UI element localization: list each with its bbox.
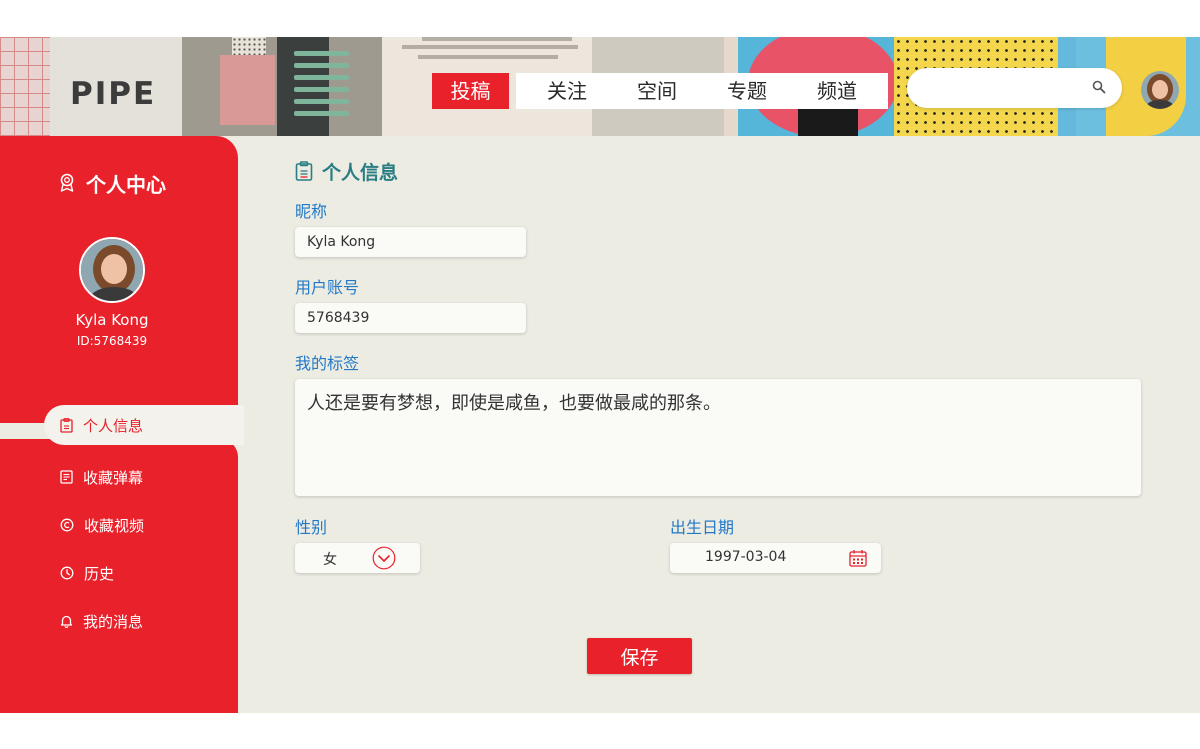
account-input[interactable] <box>295 303 526 333</box>
sidebar-item-label: 我的消息 <box>83 612 144 631</box>
sidebar-item-messages[interactable]: 我的消息 <box>0 597 244 645</box>
dob-value: 1997-03-04 <box>705 549 787 565</box>
search-icon[interactable] <box>1092 80 1106 94</box>
clipboard-icon <box>60 417 73 433</box>
award-icon <box>60 173 74 192</box>
sidebar-item-label: 收藏弹幕 <box>83 468 144 487</box>
page-title: 个人信息 <box>295 158 398 184</box>
sidebar-item-label: 历史 <box>84 564 115 583</box>
tags-field: 人还是要有梦想，即使是咸鱼，也要做最咸的那条。 <box>295 379 1141 496</box>
gender-label: 性别 <box>295 518 328 537</box>
nickname-input[interactable] <box>295 227 526 257</box>
nav-tab-follow[interactable]: 关注 <box>522 73 612 109</box>
calendar-icon[interactable] <box>849 549 867 567</box>
nav-tab-space[interactable]: 空间 <box>612 73 702 109</box>
sidebar-item-profile[interactable]: 个人信息 <box>44 405 244 445</box>
user-avatar[interactable] <box>79 237 145 303</box>
top-nav: 投稿 关注 空间 专题 频道 <box>432 73 888 109</box>
bell-icon <box>60 615 73 628</box>
banner-art-panel <box>182 37 382 136</box>
sidebar-item-history[interactable]: 历史 <box>0 549 244 597</box>
dob-label: 出生日期 <box>670 518 735 537</box>
dob-field[interactable]: 1997-03-04 <box>670 543 881 573</box>
logo[interactable]: PIPE <box>70 69 156 119</box>
app-window: PIPE 投稿 关注 空间 专题 频道 个人中心 Kyla Kong ID:57… <box>0 37 1200 713</box>
sidebar: 个人中心 Kyla Kong ID:5768439 个人信息 收藏弹幕 收藏视频… <box>0 136 244 713</box>
nav-tab-submit[interactable]: 投稿 <box>432 73 509 109</box>
nav-tab-group: 关注 空间 专题 频道 <box>516 73 888 109</box>
sidebar-title-text: 个人中心 <box>86 172 166 197</box>
header-banner: PIPE 投稿 关注 空间 专题 频道 <box>0 37 1200 136</box>
sidebar-item-saved-videos[interactable]: 收藏视频 <box>0 501 244 549</box>
search-box <box>907 68 1122 108</box>
nickname-label: 昵称 <box>295 202 328 221</box>
gender-select[interactable]: 女 <box>295 543 420 573</box>
header-avatar[interactable] <box>1141 71 1179 109</box>
chevron-down-icon[interactable] <box>372 546 396 570</box>
sidebar-item-saved-danmaku[interactable]: 收藏弹幕 <box>0 453 244 501</box>
nickname-field <box>295 227 526 257</box>
sidebar-title: 个人中心 <box>58 170 166 197</box>
search-input[interactable] <box>925 76 1090 100</box>
sidebar-item-label: 收藏视频 <box>84 516 145 535</box>
clipboard-icon <box>295 161 313 181</box>
tags-textarea[interactable]: 人还是要有梦想，即使是咸鱼，也要做最咸的那条。 <box>295 379 1141 496</box>
nav-tab-channel[interactable]: 频道 <box>792 73 882 109</box>
sidebar-menu: 个人信息 收藏弹幕 收藏视频 历史 我的消息 <box>0 405 244 645</box>
document-icon <box>60 470 73 484</box>
tags-label: 我的标签 <box>295 354 360 373</box>
clock-icon <box>60 566 74 580</box>
nav-tab-topic[interactable]: 专题 <box>702 73 792 109</box>
page-title-text: 个人信息 <box>322 161 399 184</box>
save-button[interactable]: 保存 <box>587 638 692 674</box>
main-content: 个人信息 昵称 用户账号 我的标签 人还是要有梦想，即使是咸鱼，也要做最咸的那条… <box>238 136 1200 713</box>
gender-value: 女 <box>323 552 337 568</box>
user-name: Kyla Kong <box>75 311 149 329</box>
sidebar-item-label: 个人信息 <box>83 416 144 435</box>
user-id: ID:5768439 <box>76 334 148 348</box>
account-field <box>295 303 526 333</box>
account-label: 用户账号 <box>295 278 360 297</box>
copyright-icon <box>60 518 74 532</box>
